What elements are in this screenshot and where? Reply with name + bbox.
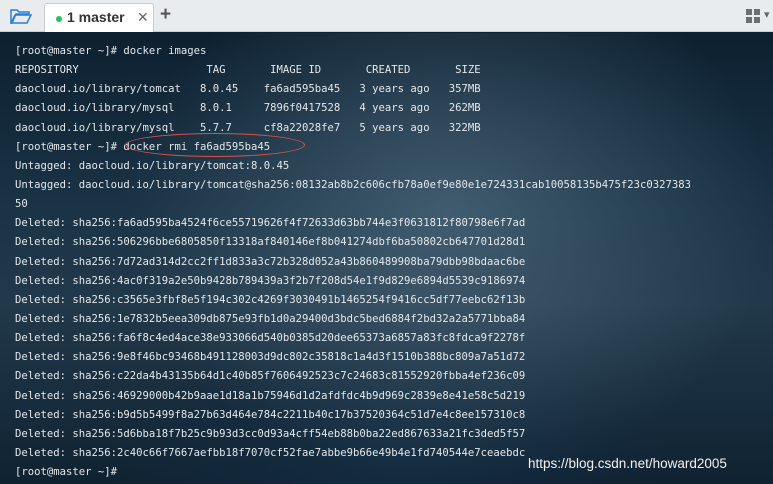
- grid-view-icon[interactable]: [746, 9, 760, 23]
- close-icon[interactable]: ✕: [137, 9, 149, 26]
- terminal-lines: [root@master ~]# docker images REPOSITORY…: [15, 42, 691, 482]
- terminal-line: 50: [15, 198, 28, 211]
- terminal-line: Deleted: sha256:506296bbe6805850f13318af…: [15, 236, 526, 249]
- terminal-line: daocloud.io/library/mysql 8.0.1 7896f041…: [15, 102, 481, 115]
- terminal-line: Untagged: daocloud.io/library/tomcat@sha…: [15, 178, 692, 191]
- terminal-line: daocloud.io/library/mysql 5.7.7 cf8a2202…: [15, 121, 481, 134]
- chevron-down-icon[interactable]: ▾: [764, 8, 770, 21]
- terminal-line: Deleted: sha256:c22da4b43135b64d1c40b85f…: [15, 370, 526, 383]
- tab-master[interactable]: 1 master ✕: [44, 3, 154, 32]
- terminal-line: [root@master ~]# docker images: [15, 45, 207, 57]
- terminal-line: daocloud.io/library/tomcat 8.0.45 fa6ad5…: [15, 83, 481, 96]
- terminal-line: Deleted: sha256:1e7832b5eea309db875e93fb…: [15, 312, 526, 325]
- connection-status-icon: [56, 16, 62, 22]
- terminal-line: Deleted: sha256:46929000b42b9aae1d18a1b7…: [15, 389, 526, 402]
- watermark: https://blog.csdn.net/howard2005: [528, 456, 727, 471]
- terminal-line: [root@master ~]# docker rmi fa6ad595ba45: [15, 140, 271, 153]
- terminal-line: Deleted: sha256:fa6f8c4ed4ace38e933066d5…: [15, 332, 526, 345]
- terminal-line: Deleted: sha256:fa6ad595ba4524f6ce557196…: [15, 217, 526, 230]
- folder-icon[interactable]: [9, 7, 33, 25]
- terminal-line: Deleted: sha256:7d72ad314d2cc2ff1d833a3c…: [15, 255, 526, 268]
- terminal-line: Deleted: sha256:b9d5b5499f8a27b63d464e78…: [15, 408, 526, 421]
- tab-bar: 1 master ✕ + ▾: [0, 0, 773, 32]
- command-highlight-ellipse: [125, 133, 305, 157]
- terminal-output[interactable]: [root@master ~]# docker images REPOSITORY…: [0, 33, 773, 484]
- terminal-line: Deleted: sha256:c3565e3fbf8e5f194c302c42…: [15, 293, 526, 306]
- add-tab-button[interactable]: +: [160, 4, 171, 26]
- terminal-line: REPOSITORY TAG IMAGE ID CREATED SIZE: [15, 64, 481, 77]
- tab-label: 1 master: [67, 9, 125, 25]
- terminal-line: Untagged: daocloud.io/library/tomcat:8.0…: [15, 159, 290, 172]
- terminal-line: Deleted: sha256:4ac0f319a2e50b9428b78943…: [15, 274, 526, 287]
- terminal-line: Deleted: sha256:5d6bba18f7b25c9b93d3cc0d…: [15, 427, 526, 440]
- terminal-line: Deleted: sha256:9e8f46bc93468b491128003d…: [15, 351, 526, 364]
